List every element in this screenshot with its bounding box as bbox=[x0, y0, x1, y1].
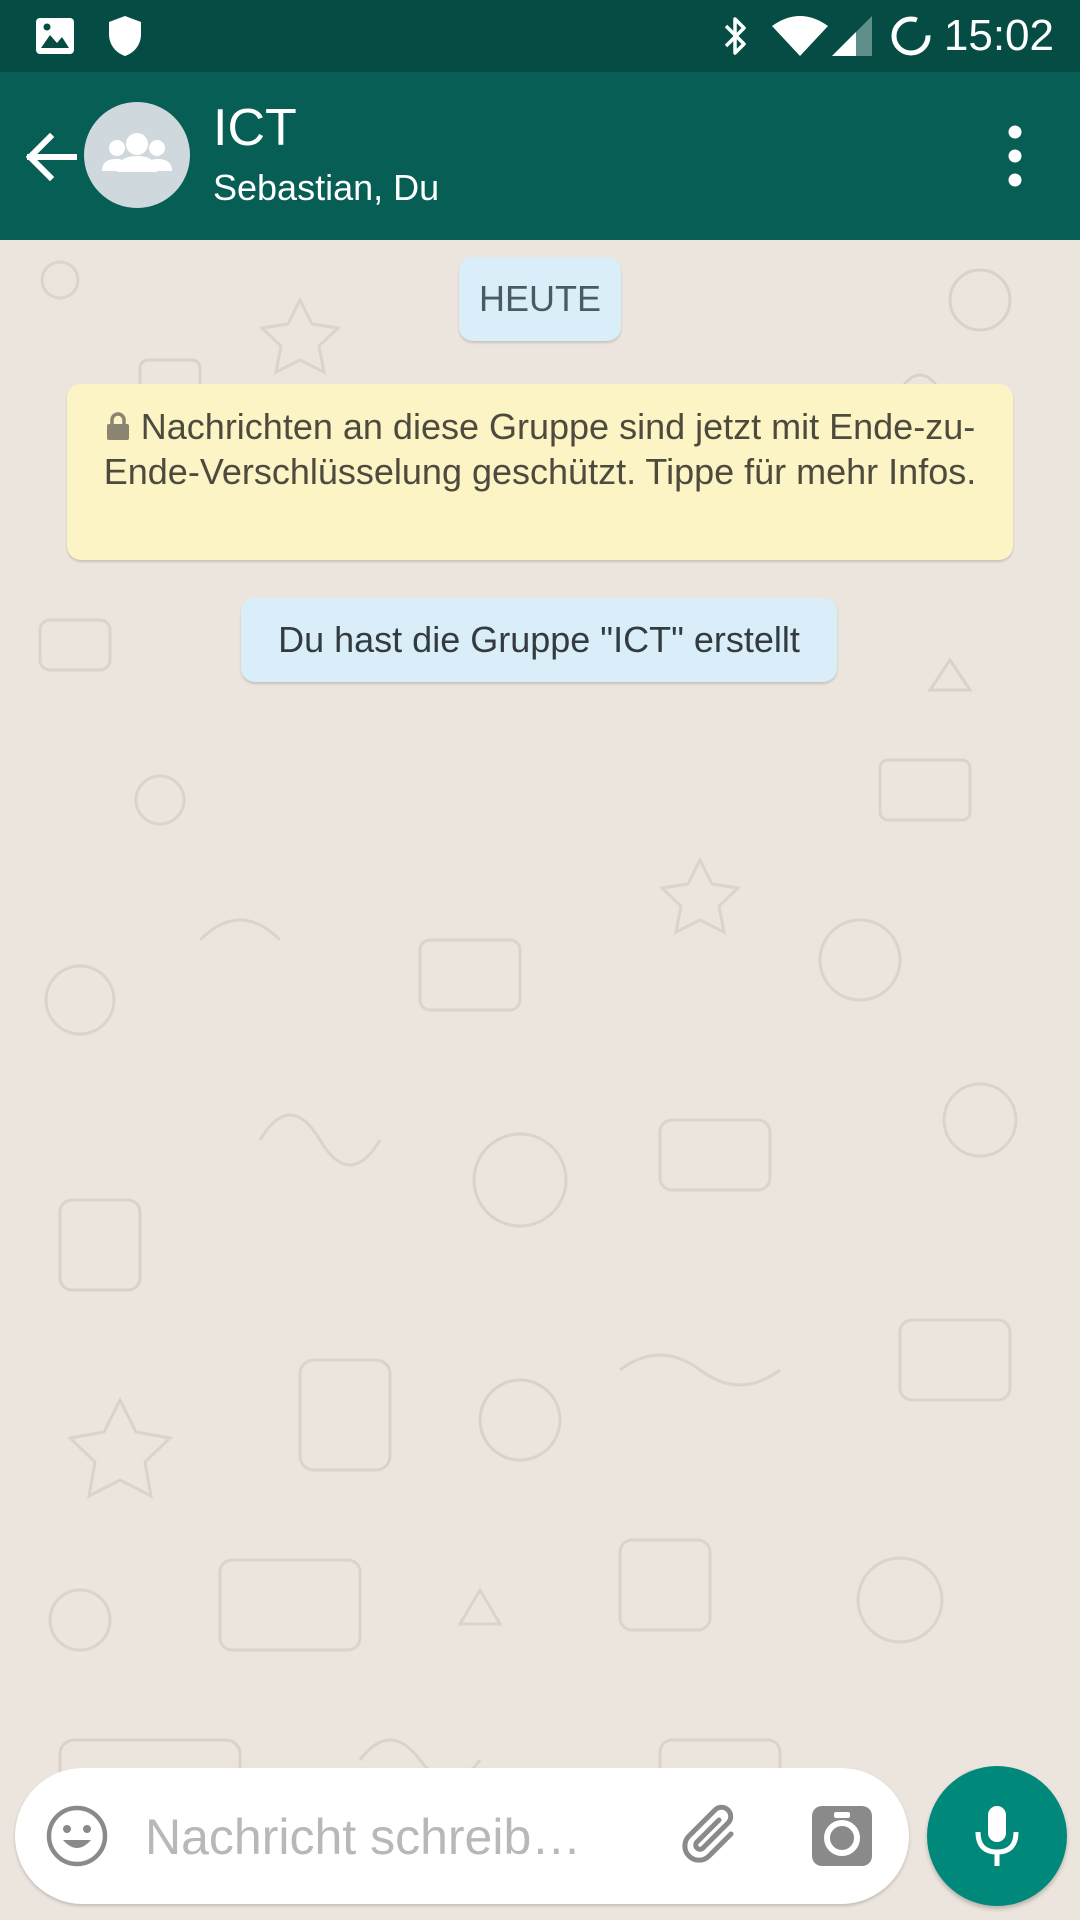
bluetooth-icon bbox=[724, 17, 746, 55]
chat-title[interactable]: ICT bbox=[213, 98, 297, 158]
encryption-notice[interactable]: Nachrichten an diese Gruppe sind jetzt m… bbox=[67, 384, 1013, 560]
lock-icon bbox=[106, 412, 129, 440]
date-separator: HEUTE bbox=[459, 257, 621, 341]
status-time: 15:02 bbox=[943, 11, 1054, 60]
encryption-notice-text: Nachrichten an diese Gruppe sind jetzt m… bbox=[89, 404, 991, 494]
encryption-notice-label: Nachrichten an diese Gruppe sind jetzt m… bbox=[103, 406, 977, 492]
arrow-left-icon[interactable] bbox=[16, 122, 86, 192]
more-vert-icon[interactable] bbox=[980, 120, 1050, 192]
group-icon bbox=[102, 133, 172, 172]
group-avatar[interactable] bbox=[84, 102, 190, 208]
group-created-message: Du hast die Gruppe "ICT" erstellt bbox=[241, 598, 837, 682]
message-input[interactable] bbox=[143, 1796, 647, 1878]
chat-message-list[interactable]: HEUTE Nachrichten an diese Gruppe sind j… bbox=[0, 240, 1080, 1920]
status-bar: 15:02 bbox=[0, 0, 1080, 72]
paperclip-icon[interactable] bbox=[675, 1798, 751, 1874]
wifi-icon bbox=[772, 16, 828, 56]
message-composer bbox=[15, 1768, 909, 1904]
camera-icon[interactable] bbox=[810, 1804, 874, 1868]
voice-message-button[interactable] bbox=[927, 1766, 1067, 1906]
emoji-icon[interactable] bbox=[45, 1804, 109, 1868]
chat-app-bar: ICT Sebastian, Du bbox=[0, 72, 1080, 240]
shield-icon bbox=[109, 16, 141, 56]
whatsapp-chat-screen: 15:02 ICT Sebastian, Du HEUTE Nachrichte… bbox=[0, 0, 1080, 1920]
sync-icon bbox=[891, 16, 931, 56]
cell-signal-icon bbox=[832, 16, 872, 56]
chat-participants[interactable]: Sebastian, Du bbox=[213, 166, 439, 210]
microphone-icon bbox=[975, 1806, 1019, 1866]
gallery-icon bbox=[36, 18, 74, 54]
